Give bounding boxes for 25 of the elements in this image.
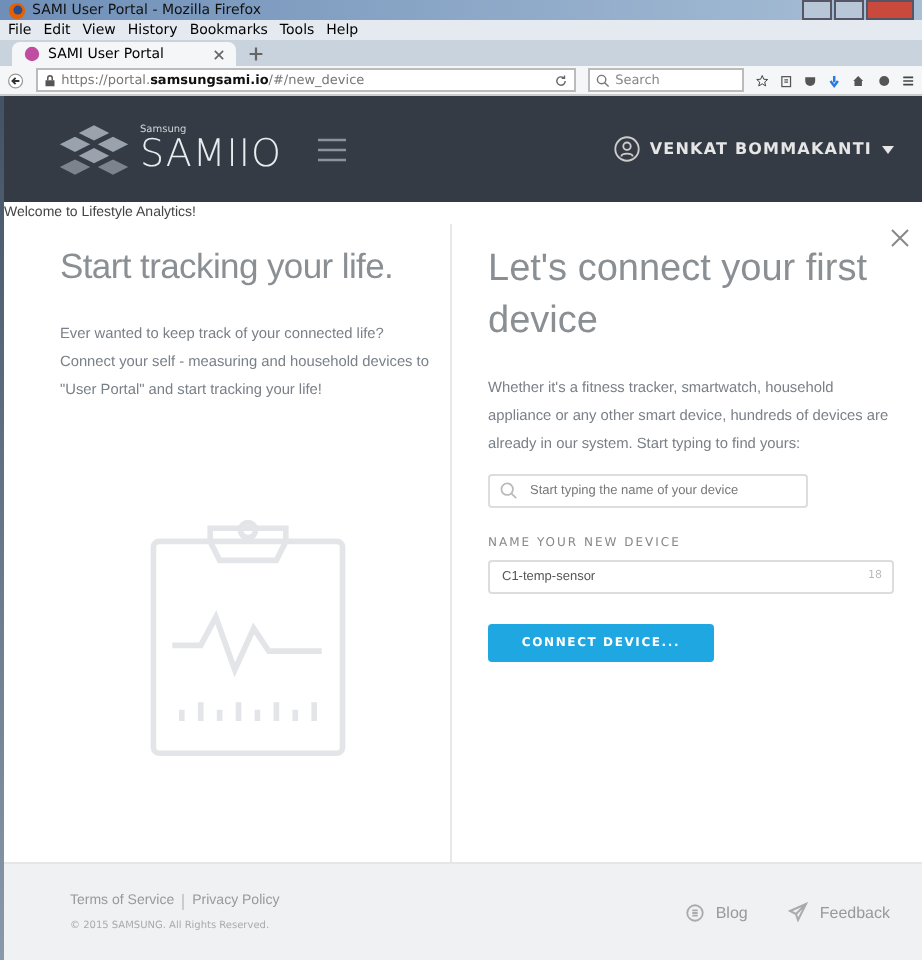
paper-plane-icon — [787, 902, 808, 922]
browser-logo-icon — [8, 1, 26, 19]
home-icon[interactable] — [852, 71, 866, 89]
site-logo-icon — [24, 46, 40, 62]
user-icon — [613, 136, 640, 162]
right-heading: Let's connect your first device — [488, 246, 869, 346]
maximize-button[interactable] — [834, 0, 864, 20]
minimize-button[interactable] — [802, 0, 832, 20]
clipboard-icon[interactable] — [779, 71, 792, 89]
reload-icon[interactable] — [553, 73, 568, 87]
star-icon[interactable] — [755, 71, 768, 89]
download-icon[interactable] — [828, 71, 841, 89]
blog-icon — [685, 903, 704, 921]
brand-name: SAMIIO — [140, 135, 282, 173]
menu-icon[interactable] — [901, 71, 914, 89]
menu-icon[interactable] — [317, 137, 346, 161]
left-heading: Start tracking your life. — [60, 244, 396, 290]
close-tab-icon[interactable] — [214, 49, 224, 59]
user-menu[interactable]: VENKAT BOMMAKANTI — [613, 136, 894, 162]
search-icon — [595, 73, 610, 87]
caret-icon — [882, 145, 894, 153]
new-tab-icon[interactable] — [248, 46, 264, 62]
lock-icon — [43, 73, 56, 87]
close-icon[interactable] — [890, 228, 910, 248]
back-icon[interactable] — [8, 69, 24, 91]
